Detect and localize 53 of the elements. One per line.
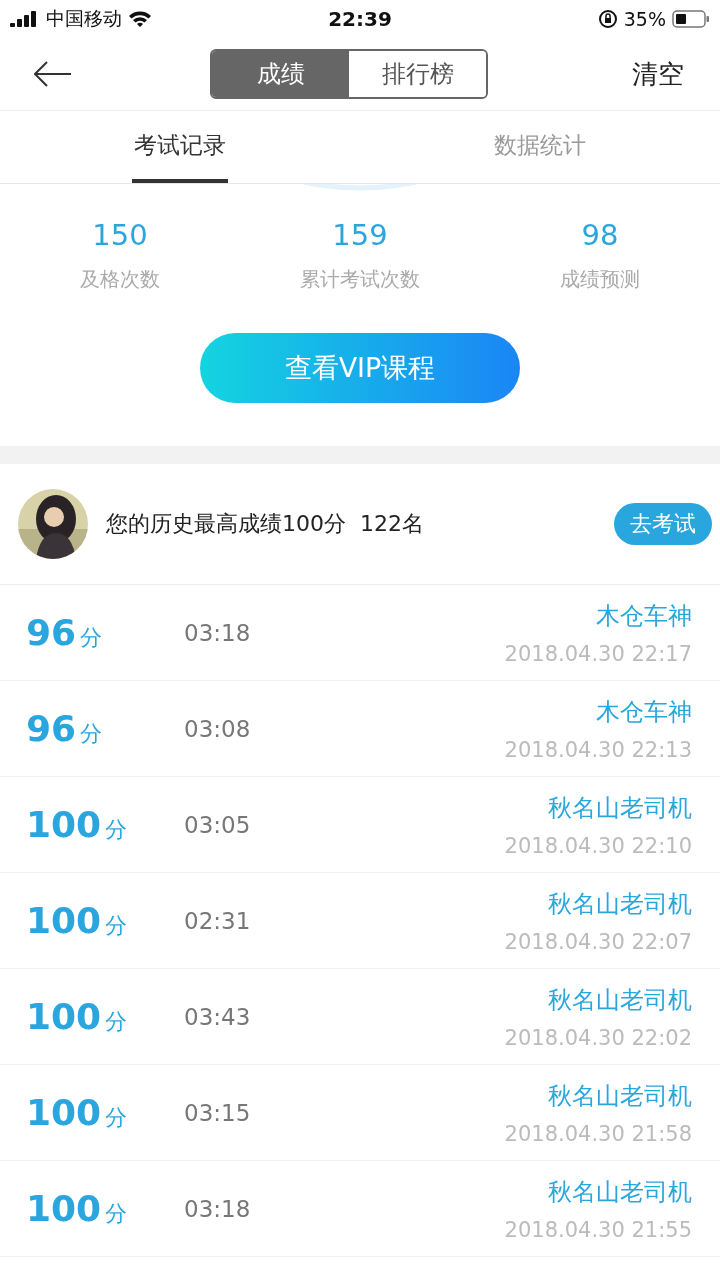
duration: 03:43 <box>184 1003 252 1030</box>
score: 100 <box>26 1092 102 1133</box>
stat-value: 150 <box>92 218 148 252</box>
clear-button[interactable]: 清空 <box>626 55 690 93</box>
exam-datetime: 2018.04.30 21:58 <box>504 1121 692 1146</box>
stat-label: 及格次数 <box>80 266 160 293</box>
tab[interactable]: 考试记录 <box>132 111 228 183</box>
rotation-lock-icon <box>597 9 618 29</box>
user-name: 秋名山老司机 <box>548 792 692 824</box>
exam-datetime: 2018.04.30 21:55 <box>504 1217 692 1242</box>
user-name: 秋名山老司机 <box>548 1080 692 1112</box>
score: 100 <box>26 1188 102 1229</box>
score: 96 <box>26 612 77 653</box>
carrier: 中国移动 <box>46 6 122 31</box>
score: 100 <box>26 804 102 845</box>
exam-datetime: 2018.04.30 22:07 <box>504 929 692 954</box>
clock: 22:39 <box>328 7 392 31</box>
stat-value: 98 <box>581 218 619 252</box>
user-name: 木仓车神 <box>596 600 692 632</box>
score-unit: 分 <box>105 1104 128 1132</box>
duration: 03:18 <box>184 619 252 646</box>
score-unit: 分 <box>80 624 103 652</box>
score: 96 <box>26 708 77 749</box>
score-unit: 分 <box>105 816 128 844</box>
exam-datetime: 2018.04.30 22:02 <box>504 1025 692 1050</box>
wifi-icon <box>128 10 152 28</box>
tab[interactable]: 数据统计 <box>492 111 588 183</box>
exam-datetime: 2018.04.30 22:13 <box>504 737 692 762</box>
duration: 03:15 <box>184 1099 252 1126</box>
stat-value: 159 <box>332 218 388 252</box>
duration: 03:08 <box>184 715 252 742</box>
stat-label: 累计考试次数 <box>300 266 420 293</box>
score: 100 <box>26 996 102 1037</box>
user-name: 秋名山老司机 <box>548 1176 692 1208</box>
user-name: 木仓车神 <box>596 696 692 728</box>
duration: 02:31 <box>184 907 252 934</box>
duration: 03:18 <box>184 1195 252 1222</box>
user-name: 秋名山老司机 <box>548 888 692 920</box>
score-unit: 分 <box>105 1008 128 1036</box>
user-name: 秋名山老司机 <box>548 984 692 1016</box>
score-unit: 分 <box>105 912 128 940</box>
score-unit: 分 <box>105 1200 128 1228</box>
score-unit: 分 <box>80 720 103 748</box>
duration: 03:05 <box>184 811 252 838</box>
stat-label: 成绩预测 <box>560 266 640 293</box>
segment-tab[interactable]: 成绩 <box>212 51 349 97</box>
score: 100 <box>26 900 102 941</box>
exam-datetime: 2018.04.30 22:10 <box>504 833 692 858</box>
exam-datetime: 2018.04.30 22:17 <box>504 641 692 666</box>
best-score-text: 您的历史最高成绩100分 122名 <box>106 510 425 538</box>
battery-icon <box>672 10 710 28</box>
back-icon[interactable] <box>34 61 72 87</box>
battery-percent: 35% <box>623 8 666 30</box>
